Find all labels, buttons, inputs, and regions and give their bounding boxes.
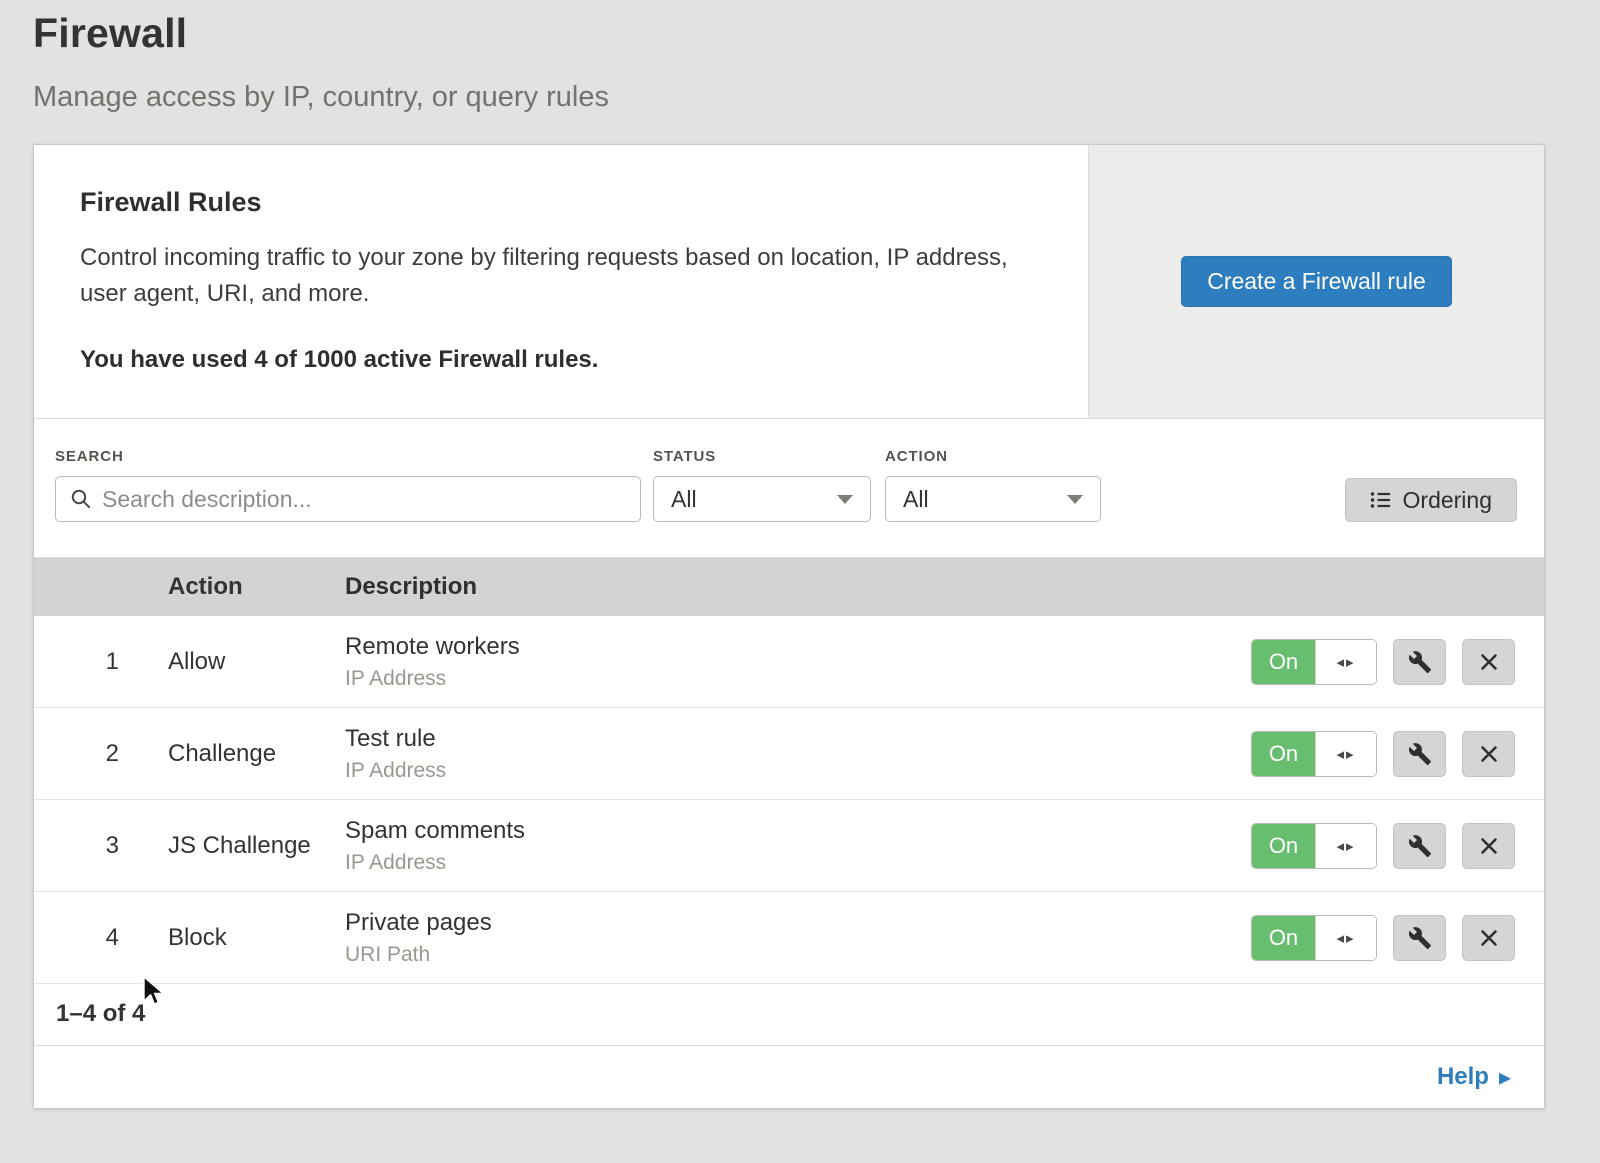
wrench-icon <box>1408 834 1432 858</box>
table-row: 2 Challenge Test rule IP Address On <box>34 708 1544 800</box>
action-label: ACTION <box>885 448 1101 465</box>
rules-usage: You have used 4 of 1000 active Firewall … <box>80 346 1028 374</box>
rule-description: Test rule <box>345 725 1251 753</box>
action-select-value: All <box>903 486 929 513</box>
search-filter-group: SEARCH <box>55 448 641 522</box>
ordering-list-icon <box>1370 490 1391 510</box>
rule-match-type: URI Path <box>345 943 1251 967</box>
wrench-icon <box>1408 926 1432 950</box>
edit-rule-button[interactable] <box>1393 639 1446 685</box>
rule-description: Remote workers <box>345 633 1251 661</box>
search-input[interactable] <box>55 476 641 522</box>
toggle-on-label: On <box>1252 640 1315 684</box>
status-label: STATUS <box>653 448 871 465</box>
firewall-page: Firewall Manage access by IP, country, o… <box>0 0 1600 1109</box>
rule-priority: 4 <box>34 924 135 952</box>
rule-priority: 1 <box>34 648 135 676</box>
rule-enabled-toggle[interactable]: On <box>1251 639 1377 685</box>
toggle-on-label: On <box>1252 732 1315 776</box>
create-firewall-rule-button[interactable]: Create a Firewall rule <box>1181 256 1452 307</box>
search-icon <box>70 488 92 510</box>
rule-enabled-toggle[interactable]: On <box>1251 915 1377 961</box>
rule-action: JS Challenge <box>135 832 312 860</box>
help-link-label: Help <box>1437 1063 1489 1091</box>
status-filter-group: STATUS All <box>653 448 871 522</box>
rule-controls: On <box>1251 639 1544 685</box>
toggle-on-label: On <box>1252 916 1315 960</box>
rule-controls: On <box>1251 823 1544 869</box>
filter-bar: SEARCH STATUS All ACTION <box>34 419 1544 558</box>
rule-description-cell: Test rule IP Address <box>312 725 1251 783</box>
description-column-header: Description <box>312 573 1251 601</box>
wrench-icon <box>1408 742 1432 766</box>
page-title: Firewall <box>33 10 1545 57</box>
rule-description: Private pages <box>345 909 1251 937</box>
table-row: 1 Allow Remote workers IP Address On <box>34 616 1544 708</box>
toggle-drag-handle-icon[interactable] <box>1315 916 1376 960</box>
search-box <box>55 476 641 522</box>
chevron-down-icon <box>837 495 853 504</box>
ordering-button[interactable]: Ordering <box>1345 478 1517 522</box>
toggle-on-label: On <box>1252 824 1315 868</box>
toggle-drag-handle-icon[interactable] <box>1315 640 1376 684</box>
table-row: 4 Block Private pages URI Path On <box>34 892 1544 984</box>
rule-action: Challenge <box>135 740 312 768</box>
edit-rule-button[interactable] <box>1393 823 1446 869</box>
rules-title: Firewall Rules <box>80 187 1028 218</box>
toggle-drag-handle-icon[interactable] <box>1315 824 1376 868</box>
pagination: 1–4 of 4 <box>34 984 1544 1046</box>
rules-description: Control incoming traffic to your zone by… <box>80 240 1028 312</box>
rule-controls: On <box>1251 731 1544 777</box>
action-filter-group: ACTION All <box>885 448 1101 522</box>
delete-rule-button[interactable] <box>1462 639 1515 685</box>
rule-priority: 3 <box>34 832 135 860</box>
rule-description: Spam comments <box>345 817 1251 845</box>
rule-action: Allow <box>135 648 312 676</box>
card-header-text: Firewall Rules Control incoming traffic … <box>34 145 1088 418</box>
card-header-action-panel: Create a Firewall rule <box>1088 145 1544 418</box>
close-icon <box>1478 927 1500 949</box>
firewall-rules-card: Firewall Rules Control incoming traffic … <box>33 144 1545 1109</box>
card-header: Firewall Rules Control incoming traffic … <box>34 145 1544 419</box>
rule-enabled-toggle[interactable]: On <box>1251 731 1377 777</box>
rule-match-type: IP Address <box>345 759 1251 783</box>
ordering-button-label: Ordering <box>1403 487 1492 514</box>
status-select-value: All <box>671 486 697 513</box>
delete-rule-button[interactable] <box>1462 823 1515 869</box>
rule-match-type: IP Address <box>345 667 1251 691</box>
rule-enabled-toggle[interactable]: On <box>1251 823 1377 869</box>
rule-match-type: IP Address <box>345 851 1251 875</box>
help-row: Help <box>34 1046 1544 1108</box>
search-label: SEARCH <box>55 448 641 465</box>
table-header: Action Description <box>34 558 1544 616</box>
close-icon <box>1478 651 1500 673</box>
rule-description-cell: Spam comments IP Address <box>312 817 1251 875</box>
close-icon <box>1478 743 1500 765</box>
delete-rule-button[interactable] <box>1462 915 1515 961</box>
chevron-down-icon <box>1067 495 1083 504</box>
toggle-drag-handle-icon[interactable] <box>1315 732 1376 776</box>
wrench-icon <box>1408 650 1432 674</box>
rule-description-cell: Remote workers IP Address <box>312 633 1251 691</box>
page-subtitle: Manage access by IP, country, or query r… <box>33 81 1545 114</box>
status-select[interactable]: All <box>653 476 871 522</box>
edit-rule-button[interactable] <box>1393 731 1446 777</box>
close-icon <box>1478 835 1500 857</box>
delete-rule-button[interactable] <box>1462 731 1515 777</box>
rule-description-cell: Private pages URI Path <box>312 909 1251 967</box>
edit-rule-button[interactable] <box>1393 915 1446 961</box>
rule-controls: On <box>1251 915 1544 961</box>
rule-priority: 2 <box>34 740 135 768</box>
action-column-header: Action <box>135 573 312 601</box>
help-arrow-icon <box>1499 1063 1511 1092</box>
action-select[interactable]: All <box>885 476 1101 522</box>
help-link[interactable]: Help <box>1437 1063 1511 1092</box>
rule-action: Block <box>135 924 312 952</box>
table-row: 3 JS Challenge Spam comments IP Address … <box>34 800 1544 892</box>
